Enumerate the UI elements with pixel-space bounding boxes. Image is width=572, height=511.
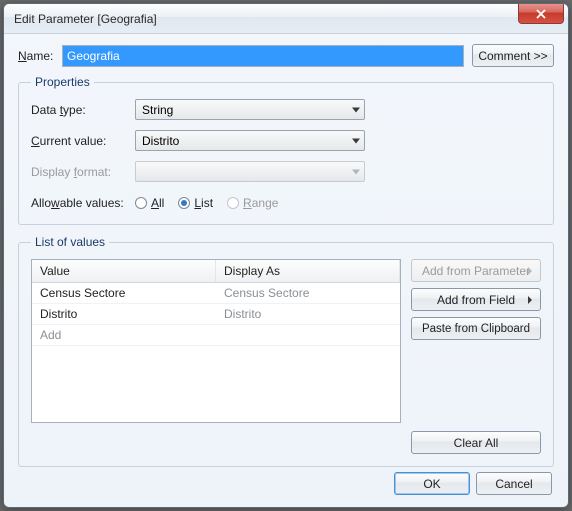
edit-parameter-dialog: Edit Parameter [Geografia] Name: Comment… [3,3,569,508]
cancel-button[interactable]: Cancel [476,472,552,495]
ok-button[interactable]: OK [394,472,470,495]
radio-range-label: Range [243,196,278,210]
cell-add: Add [32,325,216,345]
chevron-down-icon [352,107,360,112]
btn-label: Add from Field [437,293,515,307]
radio-all[interactable]: All [135,196,164,210]
current-value-text: Distrito [142,134,179,148]
cell-display: Census Sectore [216,283,400,303]
data-type-row: Data type: String [31,99,541,120]
comment-button[interactable]: Comment >> [472,44,554,67]
paste-from-clipboard-button[interactable]: Paste from Clipboard [411,317,541,340]
table-header: Value Display As [32,260,400,283]
table-area: Value Display As Census Sectore Census S… [31,259,541,423]
radio-icon [178,197,190,209]
current-value-combo[interactable]: Distrito [135,130,365,151]
close-button[interactable] [518,4,564,24]
radio-range: Range [227,196,278,210]
radio-list[interactable]: List [178,196,213,210]
table-row[interactable]: Distrito Distrito [32,304,400,325]
add-from-parameter-button: Add from Parameter [411,259,541,282]
display-format-label: Display format: [31,165,135,179]
clear-all-button[interactable]: Clear All [411,431,541,454]
col-value[interactable]: Value [32,260,216,282]
col-display[interactable]: Display As [216,260,400,282]
chevron-right-icon [528,267,532,275]
chevron-right-icon [528,296,532,304]
btn-label: Add from Parameter [422,264,530,278]
data-type-value: String [142,103,173,117]
radio-icon [227,197,239,209]
titlebar: Edit Parameter [Geografia] [4,4,568,34]
add-from-field-button[interactable]: Add from Field [411,288,541,311]
dialog-content: Name: Comment >> Properties Data type: S… [4,34,568,489]
name-label: Name: [18,49,62,63]
radio-all-label: All [151,196,164,210]
current-value-label: Current value: [31,134,135,148]
properties-group: Properties Data type: String Current val… [18,75,554,225]
list-of-values-legend: List of values [31,235,109,249]
cell-empty [216,325,400,345]
dialog-footer: OK Cancel [394,472,552,495]
close-icon [536,9,546,19]
side-buttons: Add from Parameter Add from Field Paste … [411,259,541,423]
display-format-combo [135,161,365,182]
cell-value: Census Sectore [32,283,216,303]
display-format-row: Display format: [31,161,541,182]
window-title: Edit Parameter [Geografia] [14,12,157,26]
allowable-label: Allowable values: [31,196,135,210]
allowable-radios: All List Range [135,196,278,210]
list-of-values-group: List of values Value Display As Census S… [18,235,554,467]
current-value-row: Current value: Distrito [31,130,541,151]
name-row: Name: Comment >> [18,44,554,67]
name-input[interactable] [62,45,464,67]
radio-list-label: List [194,196,213,210]
cell-value: Distrito [32,304,216,324]
cell-display: Distrito [216,304,400,324]
chevron-down-icon [352,169,360,174]
allowable-row: Allowable values: All List Range [31,196,541,210]
data-type-label: Data type: [31,103,135,117]
clear-all-wrap: Clear All [31,431,541,454]
data-type-combo[interactable]: String [135,99,365,120]
table-row-add[interactable]: Add [32,325,400,346]
properties-legend: Properties [31,75,94,89]
radio-icon [135,197,147,209]
chevron-down-icon [352,138,360,143]
table-row[interactable]: Census Sectore Census Sectore [32,283,400,304]
values-table[interactable]: Value Display As Census Sectore Census S… [31,259,401,423]
